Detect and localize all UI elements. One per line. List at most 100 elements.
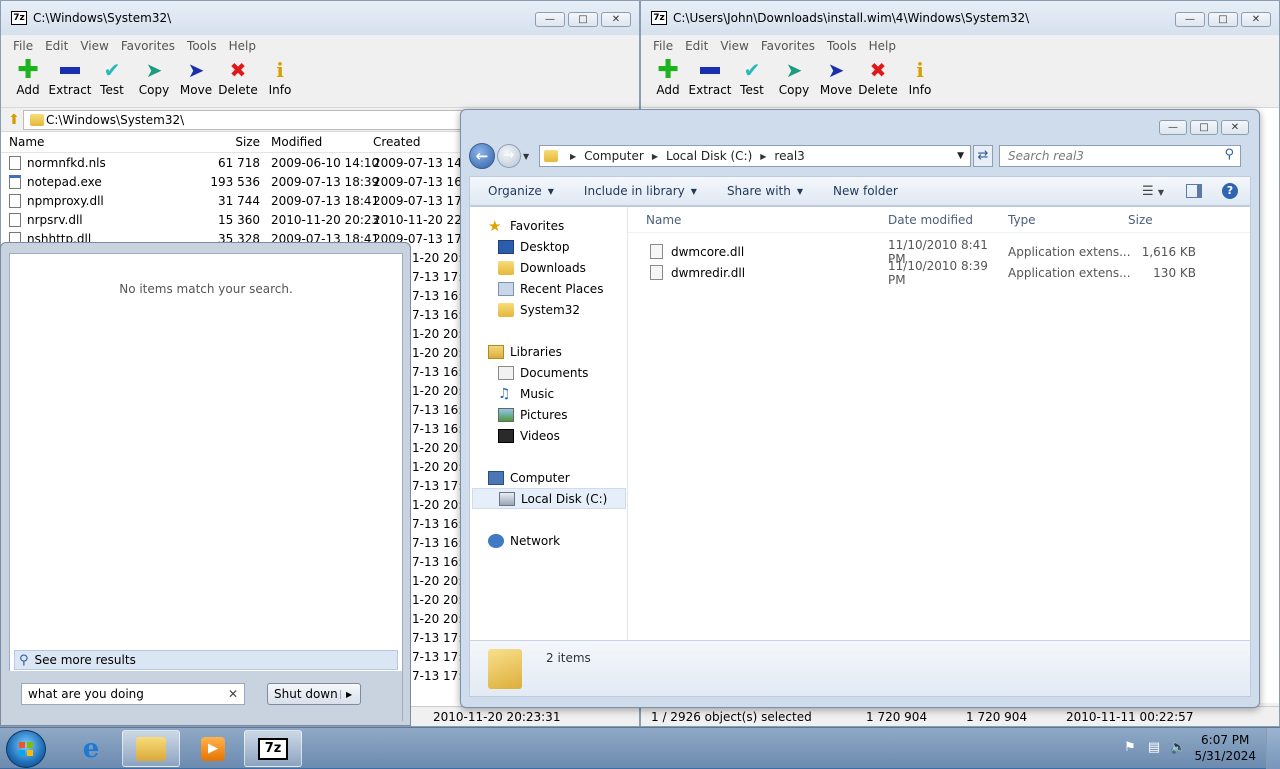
delete-button[interactable]: ✖ Delete bbox=[217, 57, 259, 107]
minimize-button[interactable]: — bbox=[1159, 120, 1187, 135]
menu-edit[interactable]: Edit bbox=[45, 39, 68, 53]
copy-button[interactable]: ➤ Copy bbox=[133, 57, 175, 107]
close-button[interactable]: ✕ bbox=[1221, 120, 1249, 135]
move-button[interactable]: ➤ Move bbox=[175, 57, 217, 107]
delete-button[interactable]: ✖ Delete bbox=[857, 57, 899, 107]
help-icon[interactable]: ? bbox=[1222, 183, 1238, 199]
titlebar[interactable]: 7z C:\Users\John\Downloads\install.wim\4… bbox=[641, 1, 1279, 35]
chevron-right-icon[interactable]: ▶ bbox=[570, 152, 576, 161]
clear-icon[interactable]: ✕ bbox=[228, 684, 238, 704]
address-bar[interactable]: ▶ Computer ▶ Local Disk (C:) ▶ real3 ▼ bbox=[539, 145, 971, 167]
nav-documents[interactable]: Documents bbox=[498, 362, 588, 383]
clock-time: 6:07 PM bbox=[1201, 733, 1250, 747]
clock[interactable]: 6:07 PM 5/31/2024 bbox=[1194, 732, 1256, 764]
column-created[interactable]: Created bbox=[368, 135, 468, 149]
extract-button[interactable]: Extract bbox=[49, 57, 92, 107]
menu-help[interactable]: Help bbox=[869, 39, 896, 53]
menu-file[interactable]: File bbox=[13, 39, 33, 53]
move-button[interactable]: ➤ Move bbox=[815, 57, 857, 107]
include-in-library-button[interactable]: Include in library ▼ bbox=[584, 184, 697, 198]
nav-computer[interactable]: Computer bbox=[488, 467, 570, 488]
menu-help[interactable]: Help bbox=[229, 39, 256, 53]
close-button[interactable]: ✕ bbox=[601, 12, 631, 27]
organize-button[interactable]: Organize ▼ bbox=[488, 184, 554, 198]
column-date-modified[interactable]: Date modified bbox=[888, 213, 1008, 227]
menu-tools[interactable]: Tools bbox=[187, 39, 217, 53]
column-size[interactable]: Size bbox=[161, 135, 266, 149]
add-button[interactable]: ✚ Add bbox=[7, 57, 49, 107]
test-button[interactable]: ✔ Test bbox=[731, 57, 773, 107]
partial-created-cell: 7-13 16:26 bbox=[412, 517, 462, 531]
maximize-button[interactable]: □ bbox=[568, 12, 598, 27]
minimize-button[interactable]: — bbox=[535, 12, 565, 27]
taskbar-internet-explorer[interactable]: e bbox=[62, 730, 120, 767]
add-button[interactable]: ✚ Add bbox=[647, 57, 689, 107]
nav-videos[interactable]: Videos bbox=[498, 425, 560, 446]
taskbar-7zip[interactable]: 7z bbox=[244, 730, 302, 767]
info-button[interactable]: i Info bbox=[899, 57, 941, 107]
taskbar-windows-explorer[interactable] bbox=[122, 730, 180, 767]
nav-network[interactable]: Network bbox=[488, 530, 560, 551]
forward-button[interactable]: → bbox=[497, 144, 521, 168]
menu-favorites[interactable]: Favorites bbox=[761, 39, 815, 53]
test-button[interactable]: ✔ Test bbox=[91, 57, 133, 107]
nav-pictures[interactable]: Pictures bbox=[498, 404, 568, 425]
taskbar-media-player[interactable]: ▶ bbox=[184, 730, 242, 767]
show-desktop-button[interactable] bbox=[1266, 728, 1280, 769]
nav-system32[interactable]: System32 bbox=[498, 299, 580, 320]
share-with-button[interactable]: Share with ▼ bbox=[727, 184, 803, 198]
menu-edit[interactable]: Edit bbox=[685, 39, 708, 53]
nav-music[interactable]: ♫ Music bbox=[498, 383, 554, 404]
menu-file[interactable]: File bbox=[653, 39, 673, 53]
start-search-input[interactable]: what are you doing ✕ bbox=[21, 683, 245, 705]
menu-view[interactable]: View bbox=[720, 39, 748, 53]
minimize-button[interactable]: — bbox=[1175, 12, 1205, 27]
maximize-button[interactable]: □ bbox=[1190, 120, 1218, 135]
nav-local-disk[interactable]: Local Disk (C:) bbox=[472, 488, 626, 509]
shut-down-button[interactable]: Shut down ▶ bbox=[267, 683, 361, 705]
partial-created-cell: 1-20 20:24 bbox=[412, 327, 462, 341]
close-button[interactable]: ✕ bbox=[1241, 12, 1271, 27]
nav-desktop[interactable]: Desktop bbox=[498, 236, 570, 257]
column-name[interactable]: Name bbox=[1, 135, 161, 149]
nav-favorites[interactable]: ★ Favorites bbox=[488, 215, 564, 236]
titlebar[interactable]: 7z C:\Windows\System32\ — □ ✕ bbox=[1, 1, 639, 35]
column-size[interactable]: Size bbox=[1128, 213, 1208, 227]
menu-view[interactable]: View bbox=[80, 39, 108, 53]
copy-button[interactable]: ➤ Copy bbox=[773, 57, 815, 107]
chevron-right-icon[interactable]: ▶ bbox=[760, 152, 766, 161]
column-name[interactable]: Name bbox=[628, 213, 888, 227]
menu-tools[interactable]: Tools bbox=[827, 39, 857, 53]
action-center-flag-icon[interactable]: ⚑ bbox=[1122, 740, 1138, 756]
chevron-down-icon[interactable]: ▼ bbox=[957, 151, 964, 161]
new-folder-button[interactable]: New folder bbox=[833, 184, 898, 198]
chevron-right-icon[interactable]: ▶ bbox=[652, 152, 658, 161]
nav-libraries[interactable]: Libraries bbox=[488, 341, 562, 362]
column-type[interactable]: Type bbox=[1008, 213, 1128, 227]
search-input[interactable]: Search real3 ⚲ bbox=[999, 145, 1241, 167]
extract-label: Extract bbox=[688, 83, 732, 97]
breadcrumb-local-disk[interactable]: Local Disk (C:) bbox=[666, 149, 752, 163]
recent-pages-dropdown[interactable]: ▼ bbox=[523, 152, 535, 161]
column-modified[interactable]: Modified bbox=[266, 135, 368, 149]
shutdown-options-arrow-icon[interactable]: ▶ bbox=[340, 689, 352, 699]
breadcrumb-real3[interactable]: real3 bbox=[774, 149, 804, 163]
preview-pane-icon[interactable] bbox=[1186, 184, 1202, 198]
network-icon[interactable]: ▤ bbox=[1146, 740, 1162, 756]
see-more-results-link[interactable]: ⚲ See more results bbox=[14, 650, 398, 670]
back-button[interactable]: ← bbox=[469, 143, 495, 169]
breadcrumb-computer[interactable]: Computer bbox=[584, 149, 644, 163]
volume-muted-icon[interactable]: 🔈 bbox=[1170, 740, 1186, 756]
nav-downloads[interactable]: Downloads bbox=[498, 257, 586, 278]
nav-system32-label: System32 bbox=[520, 302, 581, 317]
start-button[interactable] bbox=[6, 730, 46, 768]
nav-recent-places[interactable]: Recent Places bbox=[498, 278, 603, 299]
folder-up-icon[interactable]: ⬆ bbox=[5, 111, 23, 129]
refresh-button[interactable]: ⇄ bbox=[973, 145, 993, 167]
extract-button[interactable]: Extract bbox=[688, 57, 732, 107]
file-row[interactable]: dwmredir.dll 11/10/2010 8:39 PM Applicat… bbox=[628, 259, 1250, 287]
menu-favorites[interactable]: Favorites bbox=[121, 39, 175, 53]
view-options-icon[interactable]: ☰ ▼ bbox=[1142, 184, 1164, 199]
info-button[interactable]: i Info bbox=[259, 57, 301, 107]
maximize-button[interactable]: □ bbox=[1208, 12, 1238, 27]
